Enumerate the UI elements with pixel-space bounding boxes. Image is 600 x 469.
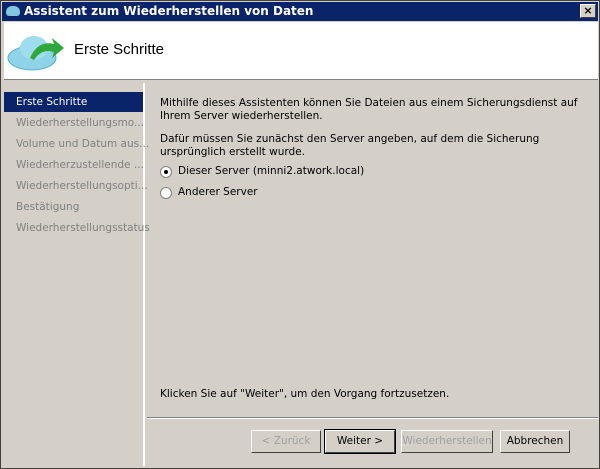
restore-button[interactable]: Wiederherstellen — [401, 430, 493, 453]
wizard-header: Erste Schritte — [4, 22, 598, 80]
step-optionen[interactable]: Wiederherstellungsopti... — [4, 176, 148, 196]
cloud-restore-icon — [7, 36, 64, 71]
intro-text: Mithilfe dieses Assistenten können Sie D… — [160, 97, 578, 122]
radio-label: Dieser Server (minni2.atwork.local) — [178, 165, 365, 177]
step-bestaetigung[interactable]: Bestätigung — [4, 197, 143, 217]
close-button[interactable]: × — [580, 4, 596, 18]
wizard-steps: Erste Schritte Wiederherstellungsmo... V… — [4, 83, 150, 466]
step-erste-schritte[interactable]: Erste Schritte — [4, 92, 143, 112]
radio-this-server[interactable]: Dieser Server (minni2.atwork.local) — [160, 161, 590, 182]
radio-other-server[interactable]: Anderer Server — [160, 182, 590, 203]
radio-selected-icon[interactable] — [160, 165, 172, 178]
next-button[interactable]: Weiter > — [324, 429, 396, 454]
radio-unselected-icon[interactable] — [160, 186, 172, 199]
window-title: Assistent zum Wiederherstellen von Daten — [24, 4, 314, 18]
back-button[interactable]: < Zurück — [251, 430, 321, 453]
radio-label: Anderer Server — [178, 186, 258, 198]
prompt-text: Dafür müssen Sie zunächst den Server ang… — [160, 133, 540, 158]
step-wiederherstellungsmodus[interactable]: Wiederherstellungsmo... — [4, 113, 144, 133]
wizard-window: Assistent zum Wiederherstellen von Daten… — [0, 0, 600, 469]
step-volume-datum[interactable]: Volume und Datum aus... — [4, 134, 149, 154]
divider — [147, 417, 598, 419]
cancel-button[interactable]: Abbrechen — [500, 430, 570, 453]
step-wiederherzustellende[interactable]: Wiederherzustellende ... — [4, 155, 144, 175]
app-cloud-icon — [6, 6, 20, 16]
step-status[interactable]: Wiederherstellungsstatus — [4, 218, 150, 238]
content-pane: Mithilfe dieses Assistenten können Sie D… — [160, 97, 590, 203]
page-title: Erste Schritte — [74, 41, 165, 58]
title-bar: Assistent zum Wiederherstellen von Daten… — [2, 2, 598, 21]
footer-hint: Klicken Sie auf "Weiter", um den Vorgang… — [160, 388, 450, 400]
